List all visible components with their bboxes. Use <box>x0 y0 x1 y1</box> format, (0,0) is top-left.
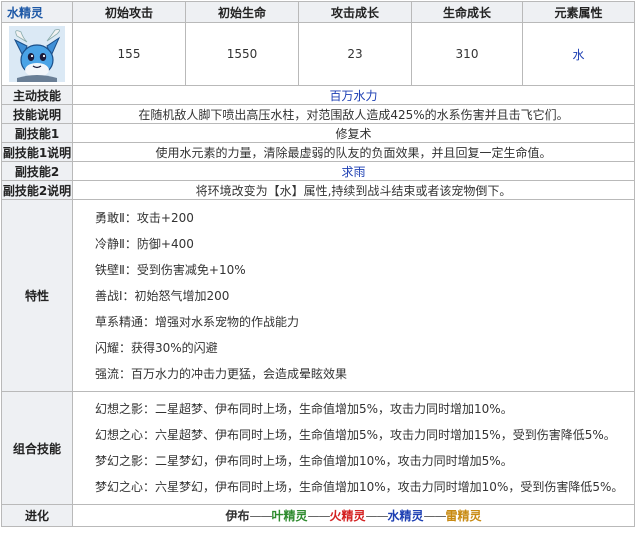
combo-item: 梦幻之影：二星梦幻，伊布同时上场，生命值增加10%，攻击力同时增加5%。 <box>95 454 513 468</box>
evolution-stage-eevee: 伊布 <box>225 509 250 523</box>
trait-item: 勇敢Ⅱ：攻击+200 <box>95 210 194 225</box>
stat-header-element: 元素属性 <box>522 1 635 23</box>
active-skill-desc-row: 技能说明 在随机敌人脚下喷出高压水柱，对范围敌人造成425%的水系伤害并且击飞它… <box>1 104 635 124</box>
combo-item: 幻想之影：二星超梦、伊布同时上场，生命值增加5%，攻击力同时增加10%。 <box>95 402 513 416</box>
sub-skill-1-value: 修复术 <box>72 123 635 143</box>
active-skill-value: 百万水力 <box>72 85 635 105</box>
sub-skill-2-desc-label: 副技能2说明 <box>1 180 73 200</box>
evolution-label: 进化 <box>1 504 73 527</box>
evolution-arrow: —— <box>423 509 447 523</box>
active-skill-desc-label: 技能说明 <box>1 104 73 124</box>
evolution-stage-leafeon: 叶精灵 <box>271 509 308 523</box>
pet-portrait-cell <box>1 22 73 86</box>
trait-item: 冷静Ⅱ：防御+400 <box>95 236 194 251</box>
active-skill-desc: 在随机敌人脚下喷出高压水柱，对范围敌人造成425%的水系伤害并且击飞它们。 <box>72 104 635 124</box>
evolution-arrow: —— <box>307 509 330 523</box>
stat-header-hp: 初始生命 <box>185 1 299 23</box>
pet-info-table: 水精灵 初始攻击 初始生命 攻击成长 生命成长 元素属性 155 1550 23… <box>1 1 635 527</box>
traits-list: 勇敢Ⅱ：攻击+200 冷静Ⅱ：防御+400 铁壁Ⅱ：受到伤害减免+10% 善战Ⅰ… <box>72 199 635 392</box>
combo-skills-list: 幻想之影：二星超梦、伊布同时上场，生命值增加5%，攻击力同时增加10%。 幻想之… <box>72 391 635 505</box>
evolution-stage-vaporeon: 水精灵 <box>387 509 424 523</box>
active-skill-row: 主动技能 百万水力 <box>1 85 635 105</box>
trait-item: 善战Ⅰ：初始怒气增加200 <box>95 288 230 303</box>
pet-name: 水精灵 <box>1 1 73 23</box>
sub-skill-1-desc-row: 副技能1说明 使用水元素的力量，清除最虚弱的队友的负面效果，并且回复一定生命值。 <box>1 142 635 162</box>
sub-skill-2-desc: 将环境改变为【水】属性,持续到战斗结束或者该宠物倒下。 <box>72 180 635 200</box>
stat-value-attack-growth: 23 <box>298 22 412 86</box>
stat-value-hp-growth: 310 <box>411 22 523 86</box>
stat-value-element: 水 <box>522 22 635 86</box>
stat-header-attack: 初始攻击 <box>72 1 186 23</box>
traits-label: 特性 <box>1 199 73 392</box>
active-skill-label: 主动技能 <box>1 85 73 105</box>
sub-skill-2-row: 副技能2 求雨 <box>1 161 635 181</box>
stats-value-row: 155 1550 23 310 水 <box>1 22 635 86</box>
evolution-row: 进化 伊布——叶精灵——火精灵——水精灵——雷精灵 <box>1 504 635 527</box>
combo-skills-label: 组合技能 <box>1 391 73 505</box>
trait-item: 草系精通：增强对水系宠物的作战能力 <box>95 314 300 329</box>
stat-header-attack-growth: 攻击成长 <box>298 1 412 23</box>
trait-item: 闪耀：获得30%的闪避 <box>95 340 218 355</box>
sub-skill-1-desc-label: 副技能1说明 <box>1 142 73 162</box>
stat-header-hp-growth: 生命成长 <box>411 1 523 23</box>
stats-header-row: 水精灵 初始攻击 初始生命 攻击成长 生命成长 元素属性 <box>1 1 635 23</box>
evolution-stage-flareon: 火精灵 <box>329 509 366 523</box>
traits-row: 特性 勇敢Ⅱ：攻击+200 冷静Ⅱ：防御+400 铁壁Ⅱ：受到伤害减免+10% … <box>1 199 635 392</box>
sub-skill-2-value: 求雨 <box>72 161 635 181</box>
evolution-arrow: —— <box>365 509 389 523</box>
trait-item: 铁壁Ⅱ：受到伤害减免+10% <box>95 262 246 277</box>
evolution-arrow: —— <box>249 509 272 523</box>
combo-skills-row: 组合技能 幻想之影：二星超梦、伊布同时上场，生命值增加5%，攻击力同时增加10%… <box>1 391 635 505</box>
trait-item: 强流：百万水力的冲击力更猛，会造成晕眩效果 <box>95 366 348 381</box>
evolution-stage-jolteon: 雷精灵 <box>445 509 482 523</box>
sub-skill-1-desc: 使用水元素的力量，清除最虚弱的队友的负面效果，并且回复一定生命值。 <box>72 142 635 162</box>
sub-skill-2-label: 副技能2 <box>1 161 73 181</box>
combo-item: 幻想之心：六星超梦、伊布同时上场，生命值增加5%，攻击力同时增加15%，受到伤害… <box>95 428 616 442</box>
sub-skill-1-row: 副技能1 修复术 <box>1 123 635 143</box>
stat-value-hp: 1550 <box>185 22 299 86</box>
combo-item: 梦幻之心：六星梦幻，伊布同时上场，生命值增加10%，攻击力同时增加10%，受到伤… <box>95 480 624 494</box>
sub-skill-2-desc-row: 副技能2说明 将环境改变为【水】属性,持续到战斗结束或者该宠物倒下。 <box>1 180 635 200</box>
stat-value-attack: 155 <box>72 22 186 86</box>
sub-skill-1-label: 副技能1 <box>1 123 73 143</box>
vaporeon-pet-portrait-icon <box>9 26 65 82</box>
evolution-chain: 伊布——叶精灵——火精灵——水精灵——雷精灵 <box>72 504 635 527</box>
